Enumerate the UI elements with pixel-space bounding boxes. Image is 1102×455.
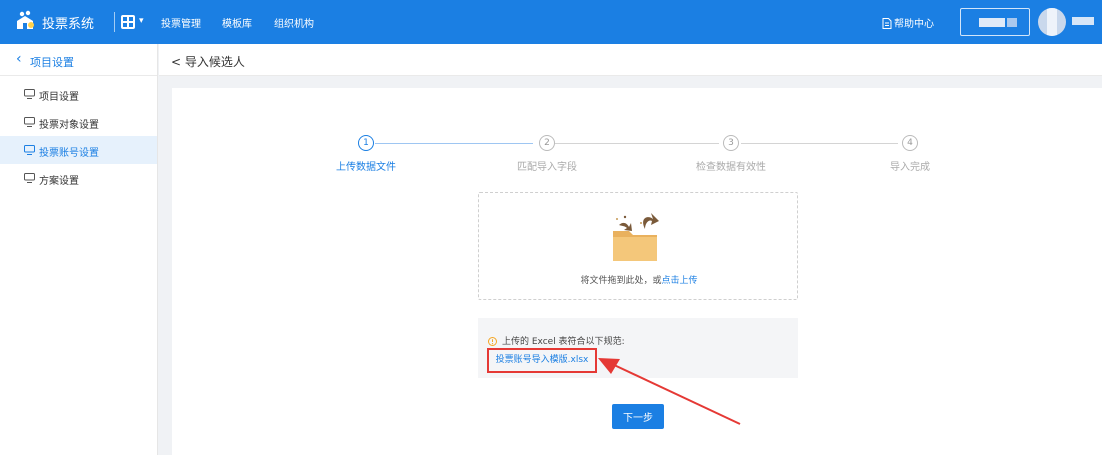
step-2-indicator: 2: [539, 135, 555, 151]
sidebar-item-label: 投票账号设置: [39, 148, 99, 159]
breadcrumb: < 导入候选人: [159, 44, 1102, 76]
folder-upload-icon: [613, 213, 659, 261]
monitor-icon: [24, 173, 35, 183]
monitor-icon: [24, 117, 35, 127]
file-drop-zone[interactable]: 将文件拖到此处，或点击上传: [478, 192, 798, 300]
step-4-indicator: 4: [902, 135, 918, 151]
app-title: 投票系统: [42, 17, 95, 32]
chevron-down-icon: ▾: [139, 16, 144, 26]
monitor-icon: [24, 145, 35, 155]
step-connector: [741, 143, 898, 144]
sidebar-item-plan-settings[interactable]: 方案设置: [0, 164, 157, 192]
nav-template-library[interactable]: 模板库: [222, 15, 252, 30]
drop-hint-text: 将文件拖到此处，或: [580, 276, 662, 286]
avatar[interactable]: [1038, 8, 1066, 36]
step-1-indicator: 1: [358, 135, 374, 151]
monitor-icon: [24, 89, 35, 99]
sidebar-item-label: 投票对象设置: [39, 120, 99, 131]
grid-icon: [121, 15, 135, 29]
step-1-label: 上传数据文件: [336, 162, 396, 173]
info-icon: [488, 337, 497, 346]
template-download-link[interactable]: 投票账号导入模版.xlsx: [487, 348, 597, 373]
chevron-left-icon: ‹: [16, 51, 22, 67]
app-logo-icon: [17, 10, 34, 29]
next-step-button[interactable]: 下一步: [612, 404, 664, 429]
sidebar-item-vote-object-settings[interactable]: 投票对象设置: [0, 108, 157, 136]
step-2-label: 匹配导入字段: [517, 162, 577, 173]
sidebar-back-project-settings[interactable]: ‹ 项目设置: [0, 44, 157, 76]
help-center-label: 帮助中心: [894, 19, 934, 30]
sidebar-item-label: 方案设置: [39, 176, 79, 187]
user-name[interactable]: [1072, 17, 1094, 25]
title-divider: [114, 12, 115, 32]
sidebar: ‹ 项目设置 项目设置 投票对象设置 投票账号设置 方案设置: [0, 44, 158, 455]
sidebar-back-label: 项目设置: [30, 56, 74, 69]
app-switcher-button[interactable]: ▾: [121, 13, 147, 31]
sidebar-item-project-settings[interactable]: 项目设置: [0, 80, 157, 108]
sidebar-item-label: 项目设置: [39, 92, 79, 103]
sidebar-item-vote-account-settings[interactable]: 投票账号设置: [0, 136, 157, 164]
step-connector: [555, 143, 719, 144]
help-center-link[interactable]: 帮助中心: [882, 15, 934, 30]
document-icon: [882, 18, 892, 29]
top-bar: 投票系统 ▾ 投票管理 模板库 组织机构 帮助中心: [0, 0, 1102, 44]
step-3-label: 检查数据有效性: [696, 162, 766, 173]
step-4-label: 导入完成: [890, 162, 930, 173]
nav-organization[interactable]: 组织机构: [274, 15, 314, 30]
drop-hint: 将文件拖到此处，或点击上传: [479, 273, 799, 286]
step-connector: [375, 143, 533, 144]
user-org-selector[interactable]: [960, 8, 1030, 36]
notice-text: 上传的 Excel 表符合以下规范:: [502, 337, 625, 347]
step-3-indicator: 3: [723, 135, 739, 151]
nav-vote-management[interactable]: 投票管理: [161, 15, 201, 30]
click-upload-link[interactable]: 点击上传: [662, 276, 698, 286]
back-to-import-candidates[interactable]: < 导入候选人: [171, 53, 245, 70]
